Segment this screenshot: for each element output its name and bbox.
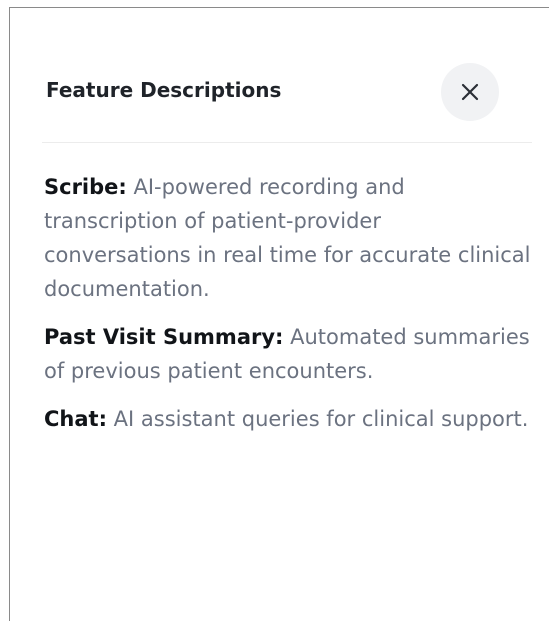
- close-icon: [461, 83, 479, 101]
- feature-item-chat: Chat: AI assistant queries for clinical …: [44, 402, 534, 436]
- feature-item-scribe: Scribe: AI-powered recording and transcr…: [44, 170, 534, 306]
- feature-name: Scribe:: [44, 175, 127, 199]
- feature-item-past-visit-summary: Past Visit Summary: Automated summaries …: [44, 320, 534, 388]
- close-button[interactable]: [441, 63, 499, 121]
- panel-title: Feature Descriptions: [46, 78, 282, 102]
- feature-description: AI assistant queries for clinical suppor…: [106, 407, 529, 431]
- feature-name: Chat:: [44, 407, 107, 431]
- feature-list: Scribe: AI-powered recording and transcr…: [44, 170, 534, 450]
- feature-descriptions-panel: Feature Descriptions Scribe: AI-powered …: [10, 8, 549, 621]
- feature-name: Past Visit Summary:: [44, 325, 284, 349]
